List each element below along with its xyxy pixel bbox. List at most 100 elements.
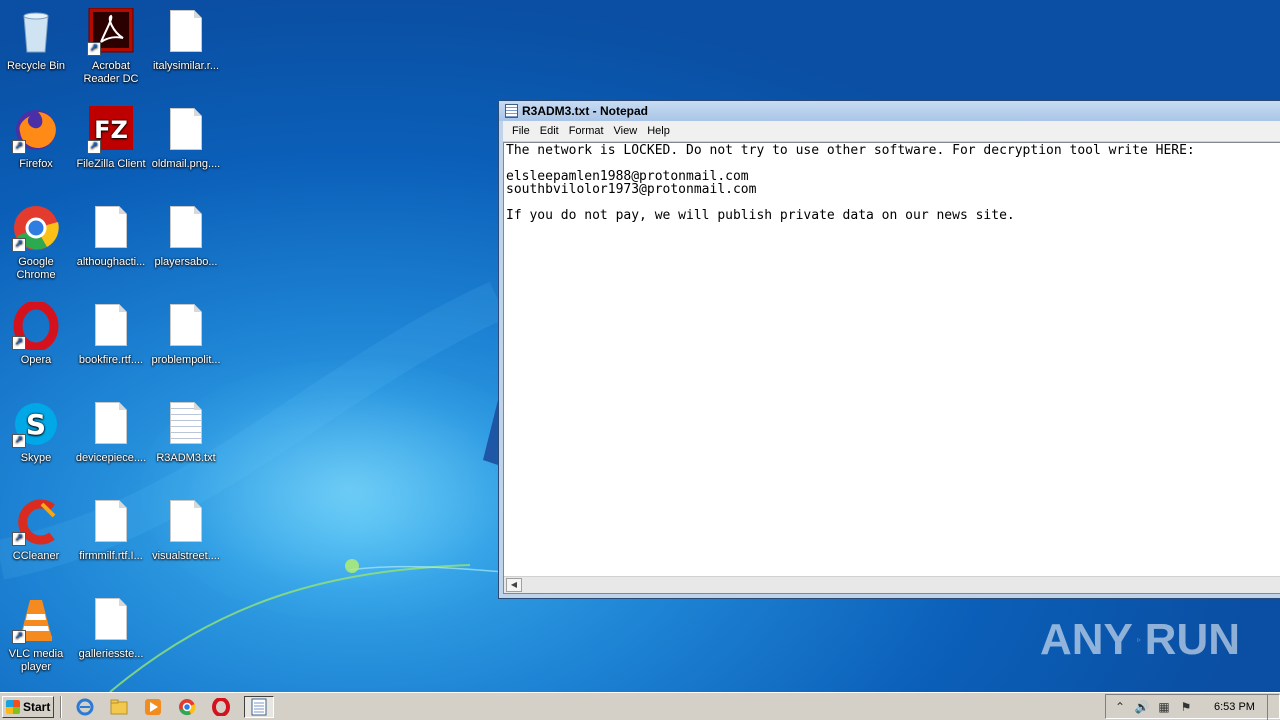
firefox-icon: ↗ xyxy=(12,106,60,154)
document-icon xyxy=(162,204,210,252)
notepad-taskbar-button[interactable] xyxy=(244,695,274,718)
shortcut-arrow-icon: ↗ xyxy=(12,532,26,546)
show-desktop-button[interactable] xyxy=(1267,695,1279,720)
desktop-icon-label: Opera xyxy=(20,354,52,366)
notepad-titlebar[interactable]: R3ADM3.txt - Notepad xyxy=(499,101,1280,121)
document-icon xyxy=(87,204,135,252)
svg-text:S: S xyxy=(26,408,46,441)
shortcut-arrow-icon: ↗ xyxy=(87,140,101,154)
desktop-icon-label: italysimilar.r... xyxy=(152,60,219,72)
internet-explorer-icon[interactable] xyxy=(74,696,96,718)
ccleaner-icon: ↗ xyxy=(12,498,60,546)
menu-view[interactable]: View xyxy=(609,123,643,139)
system-tray: ⌃ 🔊 ▦ ⚑ 6:53 PM xyxy=(1105,694,1280,720)
desktop-icon[interactable]: ↗ Acrobat Reader DC xyxy=(73,7,149,100)
notepad-window[interactable]: R3ADM3.txt - Notepad File Edit Format Vi… xyxy=(498,100,1280,599)
desktop-icon-label: firmmilf.rtf.I... xyxy=(79,550,143,562)
window-title: R3ADM3.txt - Notepad xyxy=(522,104,649,118)
watermark-left: ANY xyxy=(1040,615,1133,664)
ransom-note-text[interactable]: The network is LOCKED. Do not try to use… xyxy=(504,143,1280,223)
shortcut-arrow-icon: ↗ xyxy=(12,434,26,448)
desktop-icon[interactable]: FZ ↗ FileZilla Client xyxy=(73,106,149,198)
shortcut-arrow-icon: ↗ xyxy=(12,140,26,154)
menu-bar: File Edit Format View Help xyxy=(503,121,1280,141)
document-icon xyxy=(162,302,210,350)
notepad-icon xyxy=(505,104,518,118)
desktop-icon[interactable]: devicepiece.... xyxy=(73,400,149,492)
desktop-icon-label: CCleaner xyxy=(12,550,60,562)
shortcut-arrow-icon: ↗ xyxy=(12,630,26,644)
media-player-icon[interactable] xyxy=(142,696,164,718)
desktop-icon-label: Firefox xyxy=(19,158,53,170)
desktop-icon[interactable]: visualstreet.... xyxy=(148,498,224,590)
menu-help[interactable]: Help xyxy=(642,123,675,139)
opera-icon: ↗ xyxy=(12,300,60,352)
desktop-icon-label: visualstreet.... xyxy=(152,550,220,562)
tray-expand-icon[interactable]: ⌃ xyxy=(1112,699,1128,715)
desktop-icon-label: devicepiece.... xyxy=(75,452,147,464)
desktop-icon[interactable]: ↗ Firefox xyxy=(0,106,74,198)
volume-icon[interactable]: 🔊 xyxy=(1134,699,1150,715)
desktop-icon-label: problempolit... xyxy=(151,354,221,366)
desktop-icon[interactable]: ↗ CCleaner xyxy=(0,498,74,590)
action-center-flag-icon[interactable]: ⚑ xyxy=(1178,699,1194,715)
desktop-icon[interactable]: oldmail.png.... xyxy=(148,106,224,198)
anyrun-watermark: ANY RUN xyxy=(1040,608,1240,672)
desktop-icon[interactable]: ↗ Opera xyxy=(0,300,74,394)
skype-icon: S ↗ xyxy=(12,400,60,448)
desktop-icon[interactable]: bookfire.rtf.... xyxy=(73,302,149,394)
start-label: Start xyxy=(23,699,51,714)
shortcut-arrow-icon: ↗ xyxy=(12,238,26,252)
desktop-icon[interactable]: problempolit... xyxy=(148,302,224,394)
taskbar-separator xyxy=(60,695,62,718)
desktop-icon[interactable]: S ↗ Skype xyxy=(0,400,74,492)
desktop-icon[interactable]: R3ADM3.txt xyxy=(148,400,224,492)
desktop-icon[interactable]: althoughacti... xyxy=(73,204,149,296)
shortcut-arrow-icon: ↗ xyxy=(87,42,101,56)
explorer-folder-icon[interactable] xyxy=(108,696,130,718)
document-icon xyxy=(87,498,135,546)
desktop-icon[interactable]: ↗ VLC media player xyxy=(0,596,74,688)
desktop-icon[interactable]: galleriesste... xyxy=(73,596,149,688)
menu-edit[interactable]: Edit xyxy=(535,123,564,139)
desktop-icon-label: playersabo... xyxy=(154,256,218,268)
document-icon xyxy=(87,400,135,448)
document-icon xyxy=(162,8,210,56)
desktop-icon[interactable]: playersabo... xyxy=(148,204,224,296)
desktop-icon-label: Google Chrome xyxy=(16,256,56,281)
notepad-icon xyxy=(251,698,267,715)
desktop-icon[interactable]: Recycle Bin xyxy=(0,8,74,100)
taskbar: Start ⌃ 🔊 ▦ ⚑ 6:53 PM xyxy=(0,692,1280,720)
desktop-icon-label: bookfire.rtf.... xyxy=(78,354,144,366)
horizontal-scrollbar[interactable]: ◀ xyxy=(504,576,1280,593)
desktop-icon-label: Acrobat Reader DC xyxy=(83,60,139,85)
recycle-bin-icon xyxy=(12,8,60,56)
desktop-icon-label: althoughacti... xyxy=(76,256,146,268)
document-icon xyxy=(87,302,135,350)
desktop-icon-label: VLC media player xyxy=(8,648,64,673)
chrome-icon[interactable] xyxy=(176,696,198,718)
start-button[interactable]: Start xyxy=(2,695,54,718)
desktop-icon-label: galleriesste... xyxy=(78,648,144,660)
opera-icon[interactable] xyxy=(210,696,232,718)
network-icon[interactable]: ▦ xyxy=(1156,699,1172,715)
desktop-icon-label: R3ADM3.txt xyxy=(156,452,216,464)
desktop-icon[interactable]: firmmilf.rtf.I... xyxy=(73,498,149,590)
menu-format[interactable]: Format xyxy=(564,123,609,139)
acrobat-icon: ↗ xyxy=(87,7,135,56)
vlc-icon: ↗ xyxy=(12,596,60,644)
document-icon xyxy=(162,106,210,154)
desktop-icon-label: FileZilla Client xyxy=(76,158,146,170)
watermark-right: RUN xyxy=(1144,615,1240,664)
desktop-icon[interactable]: ↗ Google Chrome xyxy=(0,204,74,296)
text-editor[interactable]: The network is LOCKED. Do not try to use… xyxy=(503,142,1280,594)
desktop-icon[interactable]: italysimilar.r... xyxy=(148,8,224,100)
menu-file[interactable]: File xyxy=(507,123,535,139)
shortcut-arrow-icon: ↗ xyxy=(12,336,26,350)
document-icon xyxy=(87,596,135,644)
scroll-left-icon[interactable]: ◀ xyxy=(506,578,522,592)
play-logo-icon xyxy=(1137,638,1141,642)
desktop-icon-label: oldmail.png.... xyxy=(151,158,221,170)
clock[interactable]: 6:53 PM xyxy=(1214,701,1255,713)
document-icon xyxy=(162,498,210,546)
